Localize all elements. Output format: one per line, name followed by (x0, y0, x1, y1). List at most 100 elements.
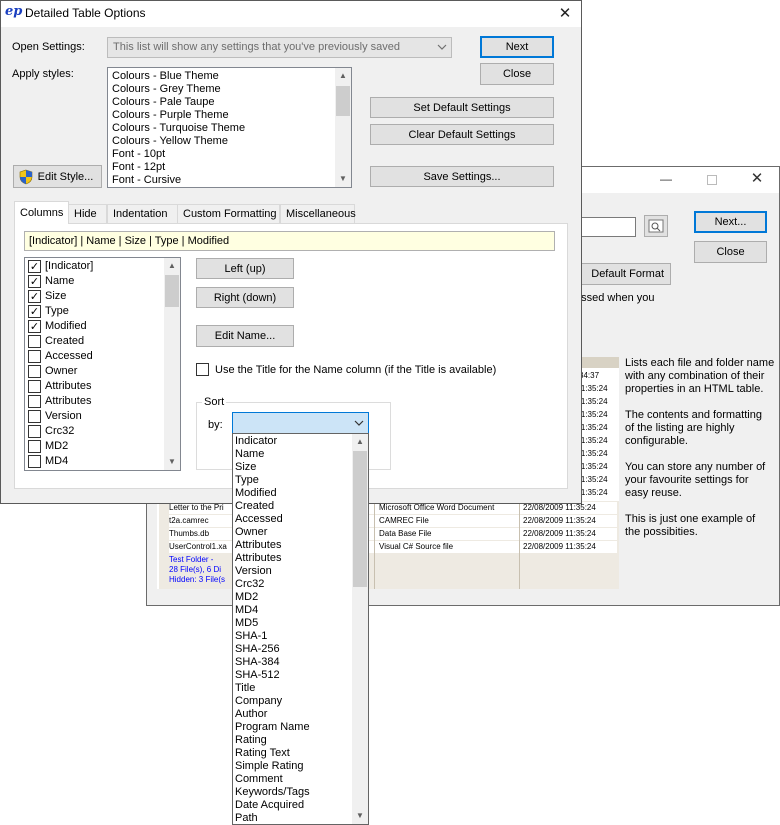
tab-custom-formatting[interactable]: Custom Formatting (177, 204, 280, 223)
columns-checklist[interactable]: ✓ [Indicator] ✓ Name ✓ Size ✓ Type ✓ Modified… (24, 257, 181, 471)
checkbox[interactable] (28, 455, 41, 468)
checkmark-icon[interactable]: ✓ (28, 290, 41, 303)
dropdown-option[interactable]: SHA-1 (233, 630, 351, 643)
scroll-thumb[interactable] (353, 451, 367, 587)
sort-by-combo[interactable] (232, 412, 369, 434)
scroll-down-icon[interactable]: ▼ (164, 454, 180, 470)
dropdown-option[interactable]: MD2 (233, 591, 351, 604)
list-item[interactable]: Colours - Grey Theme (110, 83, 335, 96)
checkbox[interactable] (28, 335, 41, 348)
list-item[interactable]: Font - 10pt (110, 148, 335, 161)
list-item[interactable]: Created (26, 334, 164, 349)
list-item[interactable]: Font - Cursive (110, 174, 335, 187)
use-title-checkbox[interactable] (196, 363, 209, 376)
list-item[interactable]: Accessed (26, 349, 164, 364)
checkbox[interactable] (28, 350, 41, 363)
bg-next-button[interactable]: Next... (694, 211, 767, 233)
list-item[interactable]: Crc32 (26, 424, 164, 439)
dropdown-option[interactable]: Author (233, 708, 351, 721)
list-item[interactable]: ✓ Modified (26, 319, 164, 334)
dropdown-option[interactable]: Company (233, 695, 351, 708)
next-button[interactable]: Next (480, 36, 554, 58)
edit-style-button[interactable]: Edit Style... (13, 165, 102, 188)
dropdown-option[interactable]: Modified (233, 487, 351, 500)
dropdown-option[interactable]: Rating Text (233, 747, 351, 760)
scroll-up-icon[interactable]: ▲ (335, 68, 351, 84)
dropdown-option[interactable]: Path (233, 812, 351, 824)
dropdown-option[interactable]: MD4 (233, 604, 351, 617)
list-item[interactable]: MD2 (26, 439, 164, 454)
dropdown-option[interactable]: Indicator (233, 435, 351, 448)
dropdown-option[interactable]: Accessed (233, 513, 351, 526)
list-item[interactable]: Colours - Purple Theme (110, 109, 335, 122)
checkmark-icon[interactable]: ✓ (28, 305, 41, 318)
dropdown-option[interactable]: Rating (233, 734, 351, 747)
set-default-settings-button[interactable]: Set Default Settings (370, 97, 554, 118)
dropdown-option[interactable]: Comment (233, 773, 351, 786)
checkbox[interactable] (28, 395, 41, 408)
open-settings-combo[interactable]: This list will show any settings that yo… (107, 37, 452, 58)
use-title-checkbox-row[interactable]: Use the Title for the Name column (if th… (196, 363, 496, 376)
list-item[interactable]: Owner (26, 364, 164, 379)
checkmark-icon[interactable]: ✓ (28, 320, 41, 333)
dropdown-option[interactable]: Simple Rating (233, 760, 351, 773)
list-item[interactable]: Colours - Yellow Theme (110, 135, 335, 148)
checkbox[interactable] (28, 365, 41, 378)
dropdown-option[interactable]: Keywords/Tags (233, 786, 351, 799)
tab-miscellaneous[interactable]: Miscellaneous (280, 204, 356, 223)
dropdown-option[interactable]: Title (233, 682, 351, 695)
columns-scrollbar[interactable]: ▲ ▼ (164, 258, 180, 470)
list-item[interactable]: ✓ Type (26, 304, 164, 319)
scroll-down-icon[interactable]: ▼ (335, 171, 351, 187)
sort-by-dropdown-list[interactable]: Indicator Name Size Type Modified Created Acce… (232, 433, 369, 825)
list-item[interactable]: MD4 (26, 454, 164, 469)
dropdown-option[interactable]: Date Acquired (233, 799, 351, 812)
list-item[interactable]: Colours - Blue Theme (110, 70, 335, 83)
checkbox[interactable] (28, 425, 41, 438)
scroll-up-icon[interactable]: ▲ (352, 434, 368, 450)
list-item[interactable]: Colours - Pale Taupe (110, 96, 335, 109)
list-item[interactable]: Attributes (26, 394, 164, 409)
scroll-thumb[interactable] (336, 86, 350, 116)
dropdown-option[interactable]: MD5 (233, 617, 351, 630)
close-icon[interactable]: ✕ (744, 169, 770, 189)
save-settings-button[interactable]: Save Settings... (370, 166, 554, 187)
clear-default-settings-button[interactable]: Clear Default Settings (370, 124, 554, 145)
dropdown-option[interactable]: SHA-256 (233, 643, 351, 656)
maximize-icon[interactable] (699, 171, 725, 189)
styles-listbox[interactable]: Colours - Blue Theme Colours - Grey Them… (107, 67, 352, 188)
left-up-button[interactable]: Left (up) (196, 258, 294, 279)
scroll-thumb[interactable] (165, 275, 179, 307)
edit-name-button[interactable]: Edit Name... (196, 325, 294, 347)
dropdown-option[interactable]: Name (233, 448, 351, 461)
checkbox[interactable] (28, 440, 41, 453)
minimize-icon[interactable]: — (653, 171, 679, 189)
dropdown-option[interactable]: Attributes (233, 552, 351, 565)
scroll-up-icon[interactable]: ▲ (164, 258, 180, 274)
tab-indentation[interactable]: Indentation (107, 204, 178, 223)
close-button[interactable]: Close (480, 63, 554, 85)
dropdown-option[interactable]: Crc32 (233, 578, 351, 591)
list-item[interactable]: Font - 12pt (110, 161, 335, 174)
dropdown-option[interactable]: Program Name (233, 721, 351, 734)
list-item[interactable]: Attributes (26, 379, 164, 394)
list-item[interactable]: ✓ [Indicator] (26, 259, 164, 274)
dropdown-option[interactable]: Attributes (233, 539, 351, 552)
checkmark-icon[interactable]: ✓ (28, 260, 41, 273)
checkmark-icon[interactable]: ✓ (28, 275, 41, 288)
close-icon[interactable]: ✕ (551, 3, 579, 25)
styles-scrollbar[interactable]: ▲ ▼ (335, 68, 351, 187)
dropdown-option[interactable]: Size (233, 461, 351, 474)
dropdown-option[interactable]: SHA-512 (233, 669, 351, 682)
checkbox[interactable] (28, 410, 41, 423)
dropdown-option[interactable]: Owner (233, 526, 351, 539)
dropdown-option[interactable]: SHA-384 (233, 656, 351, 669)
dropdown-option[interactable]: Created (233, 500, 351, 513)
dropdown-option[interactable]: Version (233, 565, 351, 578)
list-item[interactable]: ✓ Size (26, 289, 164, 304)
right-down-button[interactable]: Right (down) (196, 287, 294, 308)
checkbox[interactable] (28, 380, 41, 393)
bg-close-button[interactable]: Close (694, 241, 767, 263)
list-item[interactable]: Version (26, 409, 164, 424)
sort-dropdown-scrollbar[interactable]: ▲ ▼ (352, 434, 368, 824)
